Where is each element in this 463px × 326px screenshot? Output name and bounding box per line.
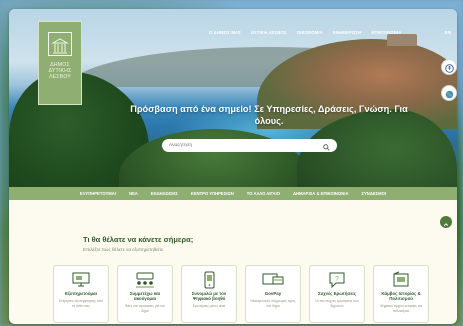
arrow-up-icon <box>443 213 449 232</box>
topnav-item-lesvos[interactable]: ΔΥΤΙΚΗ ΛΕΣΒΟΣ <box>251 30 287 35</box>
card-voithos[interactable]: Συνομιλώ με τον Ψηφιακό βοηθό Ερωτήσεις … <box>181 265 237 323</box>
hero-castle <box>387 34 417 46</box>
search-input[interactable] <box>169 143 309 148</box>
section-subtitle: Επιλέξτε πώς θέλετε να εξυπηρετηθείτε. <box>83 247 165 252</box>
card-desc: Ηλεκτρονικές πληρωμές προς τον δήμο <box>250 299 296 308</box>
topnav-item-epikoinonia[interactable]: ΕΠΙΚΟΙΝΩΝΙΑ <box>372 30 402 35</box>
accessibility-icon <box>444 58 454 77</box>
section-title: Τι θα θέλατε να κάνετε σήμερα; <box>83 235 194 244</box>
card-title: Συνομιλώ με τον Ψηφιακό βοηθό <box>191 291 227 302</box>
card-exypiretoumai[interactable]: Εξυπηρετούμαι Ενέργειες εξυπηρέτησης από… <box>53 265 109 323</box>
top-navigation: Ο ΔΗΜΟΣ ΜΑΣ ΔΥΤΙΚΗ ΛΕΣΒΟΣ ΟΙΚΟΝΟΜΙΑ ΕΝΗΜ… <box>209 30 402 35</box>
mainnav-item-ekdiloseis[interactable]: ΕΚΔΗΛΩΣΕΙΣ <box>151 191 178 196</box>
mainnav-item-nea[interactable]: ΝΕΑ <box>129 191 138 196</box>
card-symmetexo[interactable]: Συμμετέχω και ακούγομαι Ιδέες και προτάσ… <box>117 265 173 323</box>
card-title: GovPay <box>264 291 282 296</box>
logo-text: ΔΗΜΟΣ ΔΥΤΙΚΗΣ ΛΕΣΒΟΥ <box>49 62 72 81</box>
card-desc: Ερωτήσεις μέσω chat <box>192 304 226 309</box>
svg-text:?: ? <box>335 276 339 283</box>
card-desc: Ψηφιακό αρχείο ιστορίας και πολιτισμού <box>379 304 423 313</box>
municipality-logo[interactable]: ΔΗΜΟΣ ΔΥΤΙΚΗΣ ΛΕΣΒΟΥ <box>38 21 82 105</box>
service-cards: Εξυπηρετούμαι Ενέργειες εξυπηρέτησης από… <box>53 265 429 323</box>
main-navigation: ΕΞΥΠΗΡΕΤΟΥΜΑΙ ΝΕΑ ΕΚΔΗΛΩΣΕΙΣ ΚΕΝΤΡΟ ΥΠΗΡ… <box>9 187 457 200</box>
mainnav-item-dimarxia[interactable]: ΔΗΜΑΡΧΙΑ & ΕΠΙΚΟΙΝΩΝΙΑ <box>293 191 349 196</box>
map-button[interactable] <box>441 85 457 101</box>
topnav-item-enimerosi[interactable]: ΕΝΗΜΕΡΩΣΗ <box>333 30 362 35</box>
globe-icon <box>445 84 454 103</box>
card-desc: Ενέργειες εξυπηρέτησης από το σπίτι σας <box>59 299 103 308</box>
browser-page: ΔΗΜΟΣ ΔΥΤΙΚΗΣ ΛΕΣΒΟΥ Ο ΔΗΜΟΣ ΜΑΣ ΔΥΤΙΚΗ … <box>9 9 457 324</box>
hero-headline: Πρόσβαση από ένα σημείο! Σε Υπηρεσίες, Δ… <box>130 104 408 126</box>
accessibility-button[interactable] <box>441 59 457 75</box>
temple-icon <box>48 32 72 56</box>
mainnav-item-kentro[interactable]: ΚΕΝΤΡΟ ΥΠΗΡΕΣΙΩΝ <box>191 191 234 196</box>
monitor-icon <box>70 271 92 289</box>
card-title: Συχνές Ερωτήσεις <box>317 291 357 296</box>
card-title: Εξυπηρετούμαι <box>65 291 97 296</box>
language-switch[interactable]: EN <box>445 30 451 35</box>
card-govpay[interactable]: GovPay Ηλεκτρονικές πληρωμές προς τον δή… <box>245 265 301 323</box>
scroll-top-button[interactable] <box>440 216 452 228</box>
card-title: Συμμετέχω και ακούγομαι <box>129 291 161 302</box>
question-icon: ? <box>326 271 348 289</box>
card-desc: Ιδέες και προτάσεις για τον δήμο <box>124 304 166 313</box>
hero-section: ΔΗΜΟΣ ΔΥΤΙΚΗΣ ΛΕΣΒΟΥ Ο ΔΗΜΟΣ ΜΑΣ ΔΥΤΙΚΗ … <box>9 9 457 199</box>
card-faq[interactable]: ? Συχνές Ερωτήσεις Οι πιο συχνές ερωτήσε… <box>309 265 365 323</box>
archive-icon <box>390 271 412 289</box>
people-icon <box>134 271 156 289</box>
topnav-item-oikonomia[interactable]: ΟΙΚΟΝΟΜΙΑ <box>297 30 323 35</box>
search-bar <box>162 139 337 152</box>
card-kamvos[interactable]: Κάμβος Ιστορίας & Πολιτισμού Ψηφιακό αρχ… <box>373 265 429 323</box>
mainnav-item-aigaio[interactable]: ΤΟ ΑΛΛΟ ΑΙΓΑΙΟ <box>247 191 280 196</box>
card-desc: Οι πιο συχνές ερωτήσεις των δημοτών <box>315 299 359 308</box>
payment-icon <box>262 271 284 289</box>
mainnav-item-exypiretoumai[interactable]: ΕΞΥΠΗΡΕΤΟΥΜΑΙ <box>80 191 116 196</box>
phone-icon <box>198 271 220 289</box>
logo-line-3: ΛΕΣΒΟΥ <box>48 74 72 81</box>
topnav-item-dimos[interactable]: Ο ΔΗΜΟΣ ΜΑΣ <box>209 30 241 35</box>
search-icon[interactable] <box>323 136 330 155</box>
card-title: Κάμβος Ιστορίας & Πολιτισμού <box>381 291 421 302</box>
mainnav-item-syndesmoi[interactable]: ΣΥΝΔΕΣΜΟΙ <box>362 191 387 196</box>
